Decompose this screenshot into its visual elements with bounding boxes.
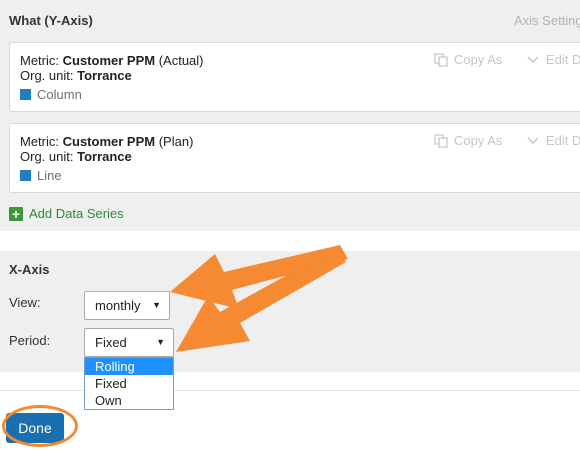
y-axis-section: What (Y-Axis) Axis Settings Metric: Cust… <box>0 0 580 231</box>
chart-type-label: Line <box>37 168 62 183</box>
metric-name: Customer PPM <box>62 53 156 68</box>
edit-label: Edit D <box>546 52 580 67</box>
chevron-down-icon <box>527 136 539 144</box>
y-axis-title: What (Y-Axis) <box>9 13 93 28</box>
caret-down-icon: ▼ <box>152 300 161 310</box>
period-select-value: Fixed <box>95 335 127 350</box>
period-option-rolling[interactable]: Rolling <box>85 358 173 375</box>
data-series-card: Metric: Customer PPM (Actual) Org. unit:… <box>9 42 580 112</box>
edit-button[interactable]: Edit D <box>526 52 580 67</box>
edit-button[interactable]: Edit D <box>526 133 580 148</box>
org-unit-label: Org. unit: <box>20 68 74 83</box>
org-unit-line: Org. unit: Torrance <box>20 149 132 164</box>
copy-as-label: Copy As <box>454 133 503 148</box>
caret-down-icon: ▼ <box>156 337 165 347</box>
copy-as-label: Copy As <box>454 52 503 67</box>
period-option-fixed[interactable]: Fixed <box>85 375 173 392</box>
add-data-series-label: Add Data Series <box>29 206 124 221</box>
period-label: Period: <box>9 333 51 348</box>
copy-icon <box>434 133 448 148</box>
chart-type-label: Column <box>37 87 82 102</box>
chevron-down-icon <box>527 55 539 63</box>
org-unit-line: Org. unit: Torrance <box>20 68 132 83</box>
x-axis-title: X-Axis <box>9 262 50 277</box>
chart-type-line: Column <box>20 87 82 102</box>
metric-line: Metric: Customer PPM (Plan) <box>20 134 193 149</box>
series-color-swatch <box>20 170 31 181</box>
edit-label: Edit D <box>546 133 580 148</box>
period-options-list: Rolling Fixed Own <box>84 357 174 410</box>
metric-label: Metric: <box>20 134 59 149</box>
x-axis-section: X-Axis View: monthly ▼ Period: Fixed ▼ <box>0 251 580 372</box>
metric-line: Metric: Customer PPM (Actual) <box>20 53 204 68</box>
done-button[interactable]: Done <box>6 413 64 443</box>
view-select[interactable]: monthly ▼ <box>84 291 170 320</box>
metric-qualifier: (Plan) <box>158 134 194 149</box>
chart-type-line: Line <box>20 168 62 183</box>
axis-settings-link[interactable]: Axis Settings <box>514 13 580 28</box>
add-data-series-button[interactable]: + Add Data Series <box>9 206 124 221</box>
copy-as-button[interactable]: Copy As <box>434 52 502 67</box>
period-select[interactable]: Fixed ▼ <box>84 328 174 357</box>
plus-icon: + <box>9 206 23 221</box>
copy-icon <box>434 52 448 67</box>
view-label: View: <box>9 295 41 310</box>
org-unit-value: Torrance <box>77 149 132 164</box>
data-series-card: Metric: Customer PPM (Plan) Org. unit: T… <box>9 123 580 193</box>
metric-name: Customer PPM <box>62 134 156 149</box>
metric-qualifier: (Actual) <box>158 53 204 68</box>
copy-as-button[interactable]: Copy As <box>434 133 502 148</box>
org-unit-label: Org. unit: <box>20 149 74 164</box>
series-color-swatch <box>20 89 31 100</box>
view-select-value: monthly <box>95 298 141 313</box>
org-unit-value: Torrance <box>77 68 132 83</box>
period-option-own[interactable]: Own <box>85 392 173 409</box>
metric-label: Metric: <box>20 53 59 68</box>
